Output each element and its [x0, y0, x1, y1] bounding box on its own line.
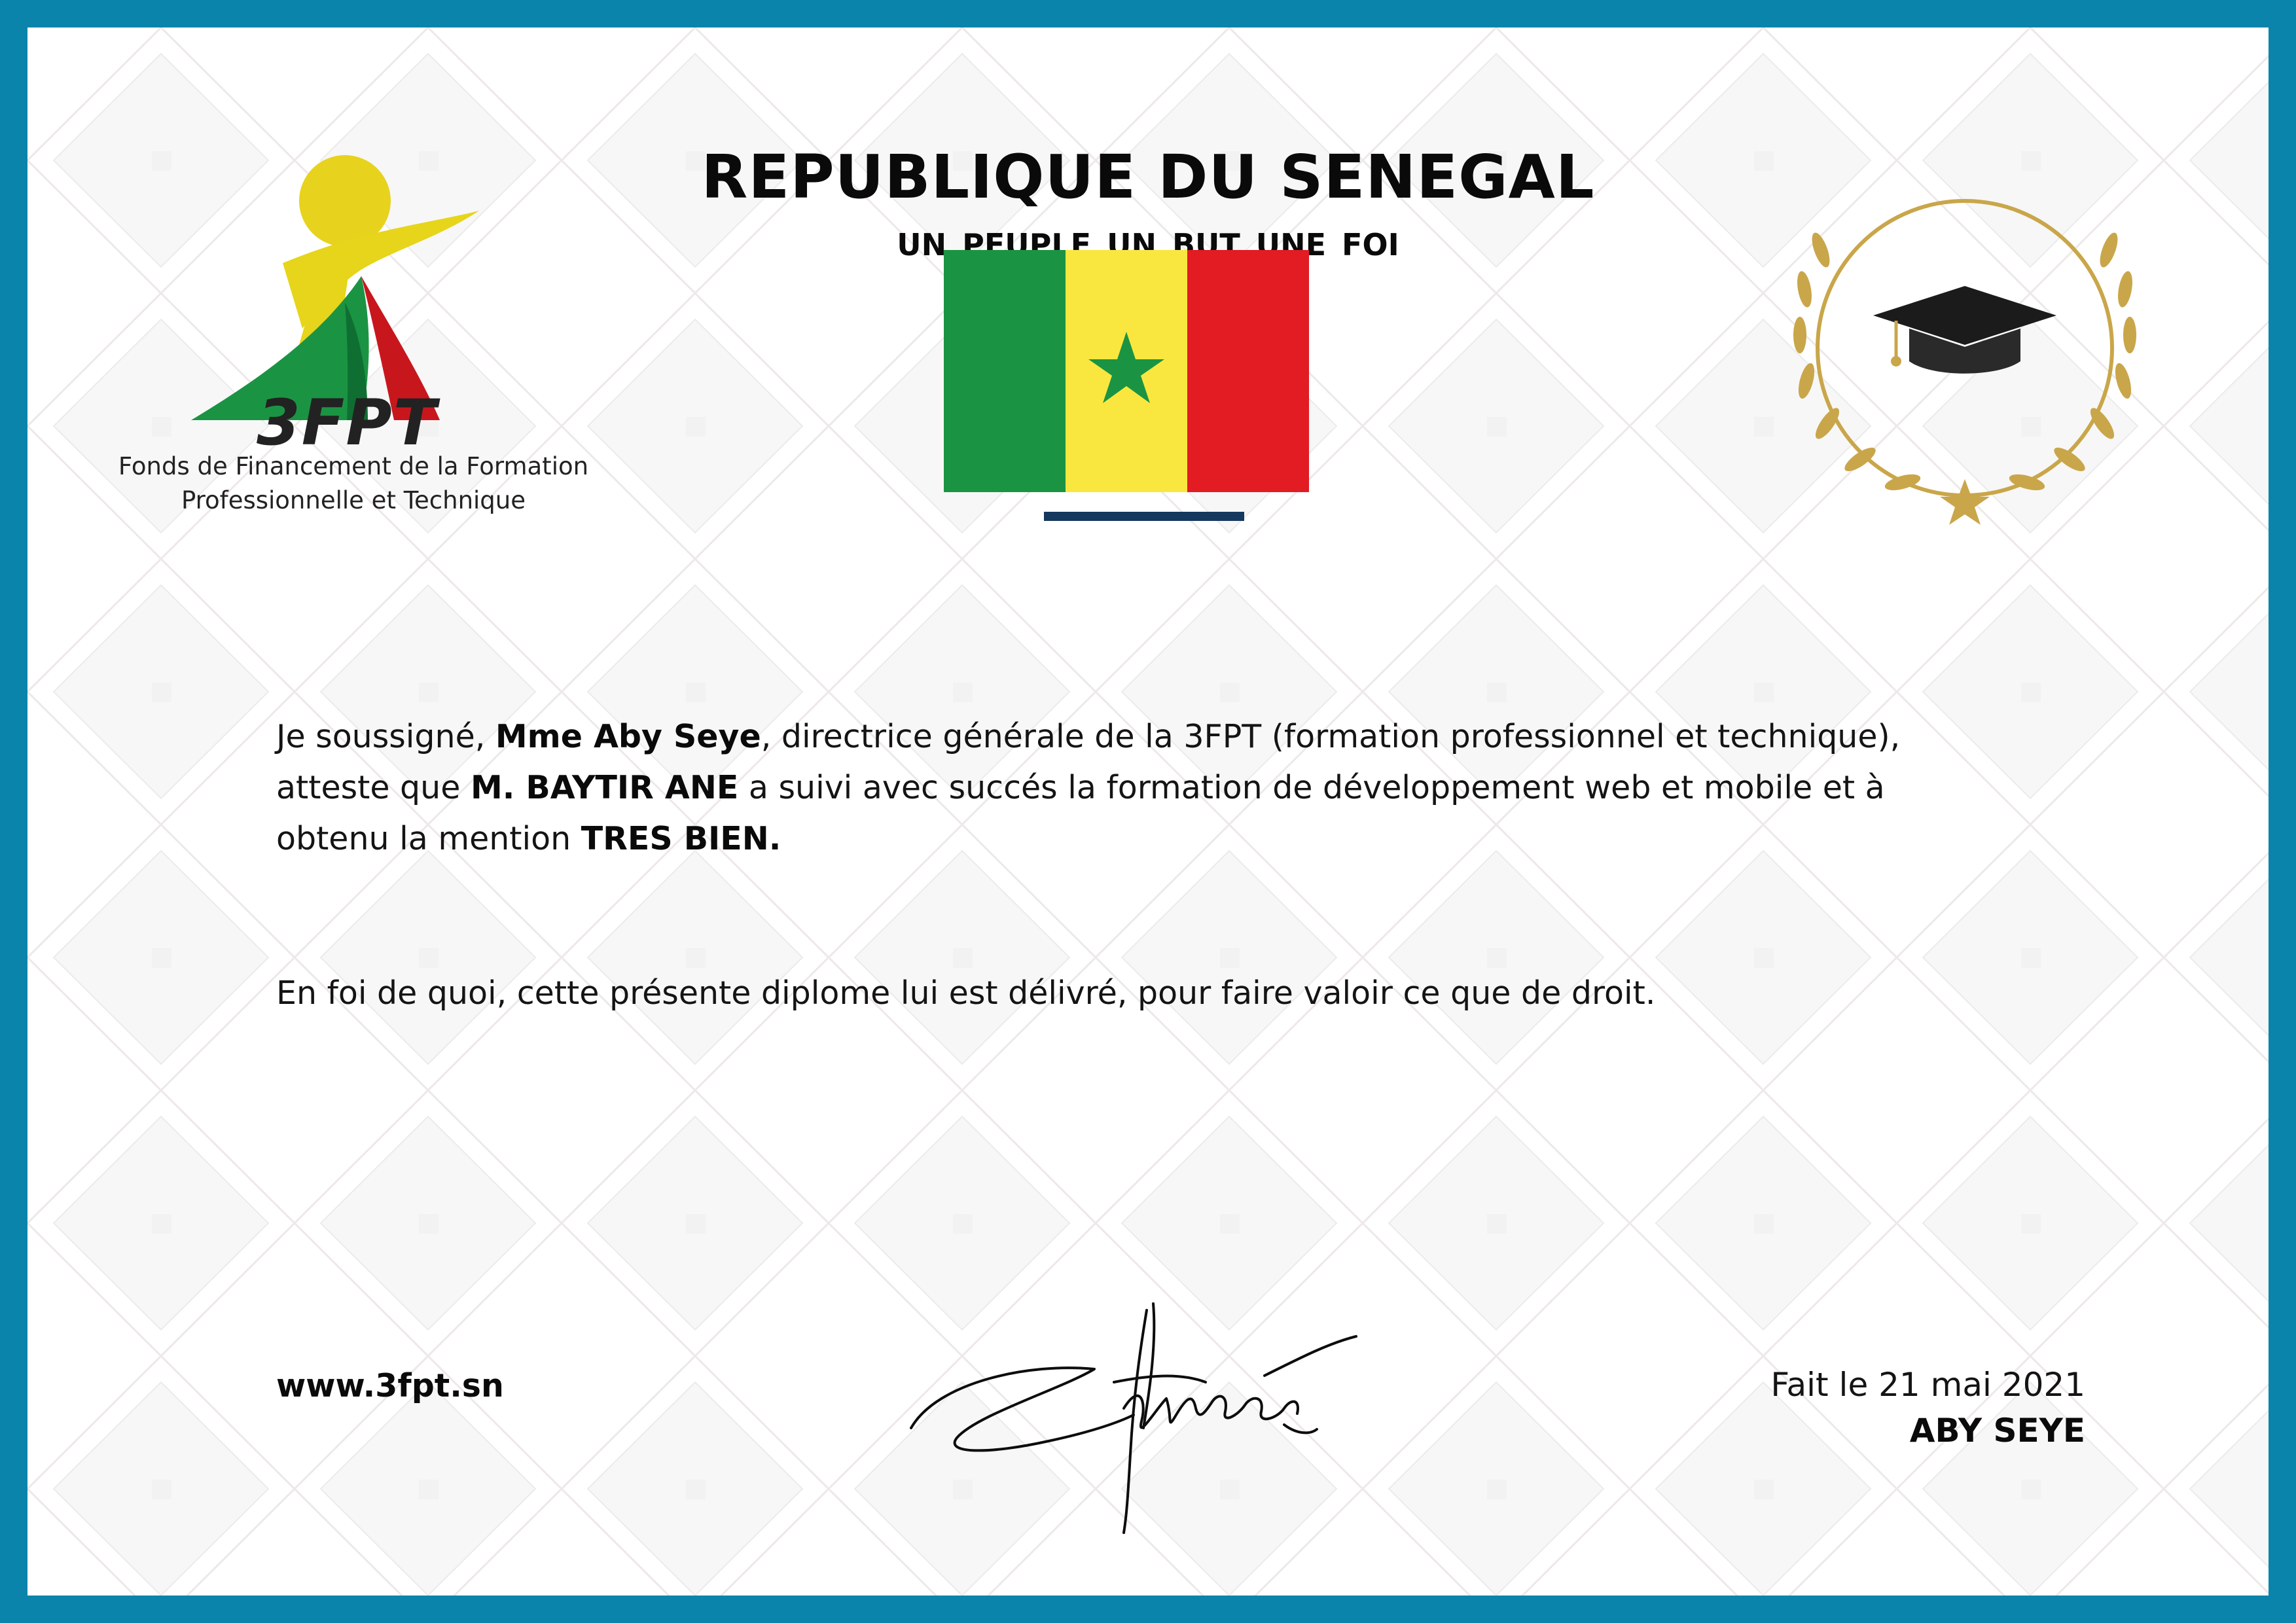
- body-text-segment: atteste que: [276, 769, 471, 806]
- senegal-flag-icon: [944, 250, 1309, 492]
- logo-name-line2: Professionnelle et Technique: [181, 486, 526, 514]
- director-name: Mme Aby Seye: [495, 718, 761, 755]
- closing-statement: En foi de quoi, cette présente diplome l…: [276, 974, 1656, 1012]
- body-line-2: atteste que M. BAYTIR ANE a suivi avec s…: [276, 762, 2070, 813]
- body-line-3: obtenu la mention TRES BIEN.: [276, 813, 2070, 865]
- student-name: M. BAYTIR ANE: [470, 769, 739, 806]
- body-text-segment: a suivi avec succés la formation de déve…: [738, 769, 1885, 806]
- signer-name: ABY SEYE: [1909, 1412, 2085, 1450]
- mention: TRES BIEN.: [581, 820, 781, 857]
- website-link[interactable]: www.3fpt.sn: [276, 1367, 504, 1404]
- issue-date: Fait le 21 mai 2021: [1770, 1366, 2085, 1404]
- body-text-segment: Je soussigné,: [276, 718, 495, 755]
- graduation-cap-laurel-icon: [1793, 199, 2136, 525]
- certificate-paper: 3FPT Fonds de Financement de la Formatio…: [27, 27, 2269, 1596]
- certificate-body: Je soussigné, Mme Aby Seye, directrice g…: [276, 711, 2070, 1019]
- logo-mark: 3FPT: [257, 386, 438, 459]
- body-text-segment: obtenu la mention: [276, 820, 581, 857]
- logo-name: Fonds de Financement de la Formation Pro…: [65, 450, 641, 518]
- signature-image: [910, 1302, 1357, 1534]
- body-line-1: Je soussigné, Mme Aby Seye, directrice g…: [276, 711, 2070, 762]
- title-underline: [1044, 512, 1244, 521]
- body-text-segment: , directrice générale de la 3FPT (format…: [761, 718, 1901, 755]
- logo-name-line1: Fonds de Financement de la Formation: [118, 452, 589, 480]
- certificate-border: 3FPT Fonds de Financement de la Formatio…: [0, 0, 2296, 1623]
